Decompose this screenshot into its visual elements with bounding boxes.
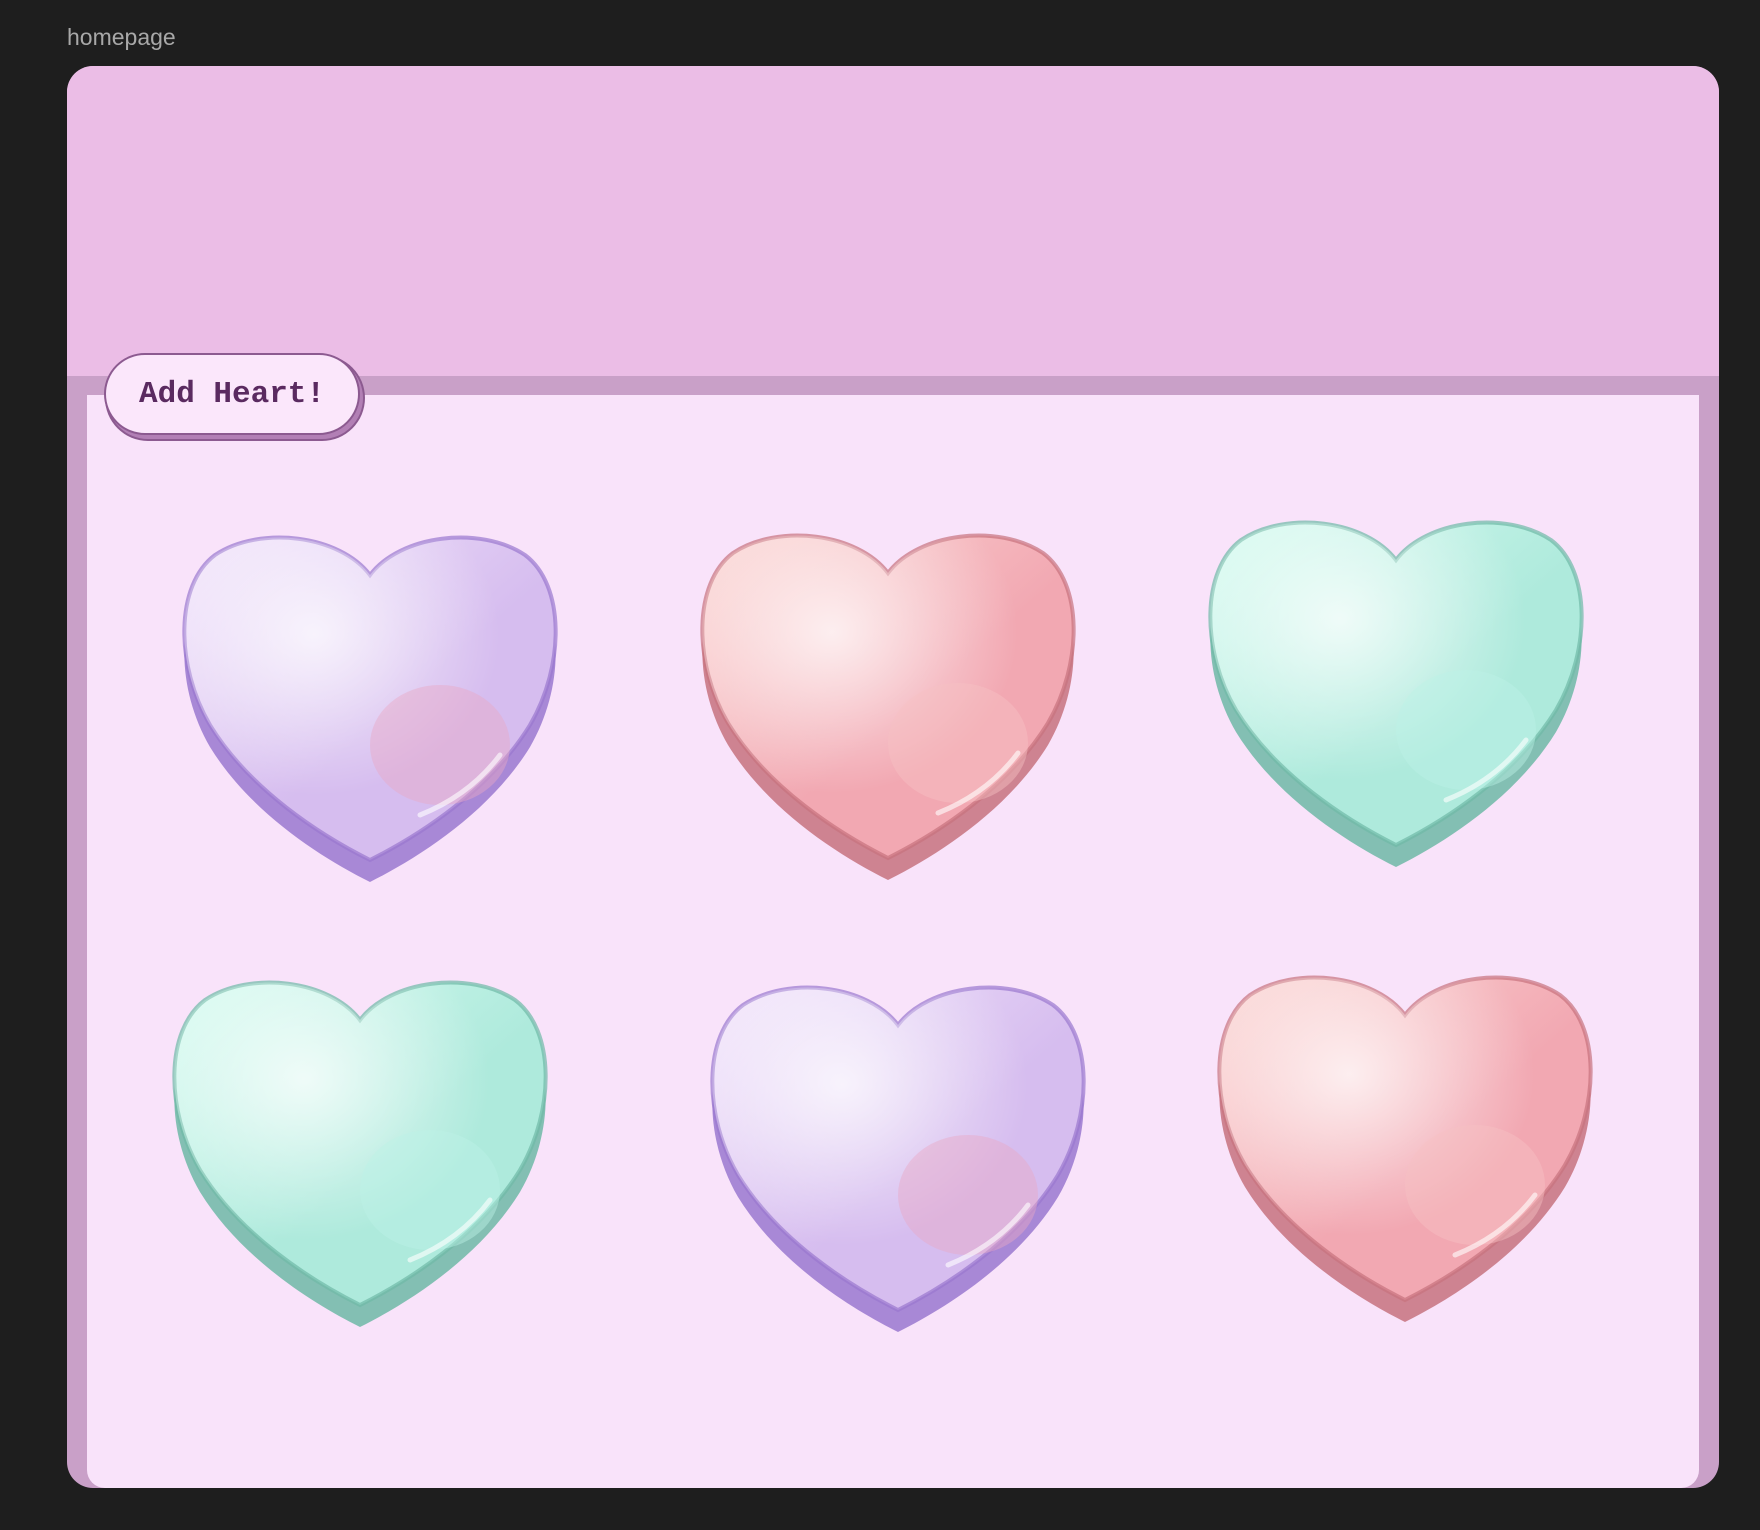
add-heart-button[interactable]: Add Heart! [104,353,360,435]
frame-label: homepage [67,24,176,50]
candy-heart-lavender [698,965,1098,1335]
candy-heart-pink [688,513,1088,883]
header-banner [67,66,1719,376]
candy-heart-mint [160,960,560,1330]
candy-heart-pink [1205,955,1605,1325]
candy-heart-lavender [170,515,570,885]
candy-heart-mint [1196,500,1596,870]
